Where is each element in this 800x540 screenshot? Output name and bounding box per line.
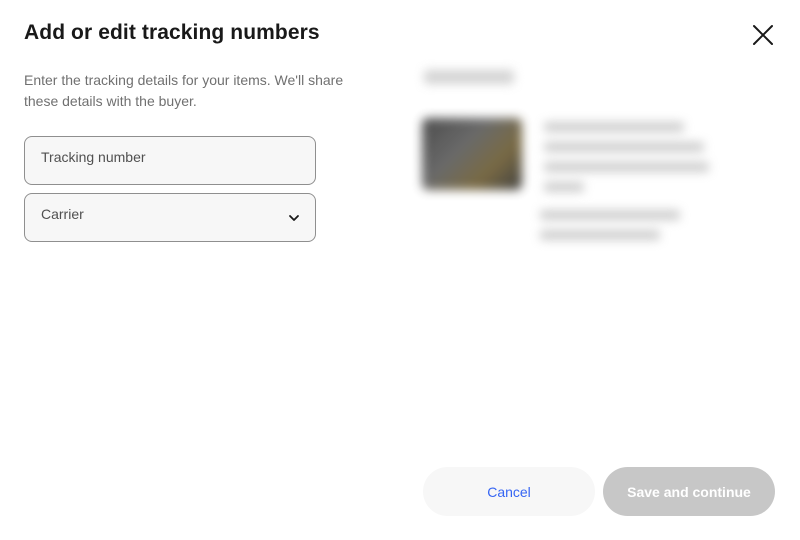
order-summary-blurred [408,60,738,270]
cancel-button[interactable]: Cancel [423,467,595,516]
dialog-description: Enter the tracking details for your item… [24,72,344,109]
tracking-number-field[interactable]: Tracking number [24,136,316,185]
carrier-label: Carrier [41,206,84,222]
summary-text-placeholder [544,142,704,152]
save-and-continue-button[interactable]: Save and continue [603,467,775,516]
summary-text-placeholder [544,182,584,192]
summary-text-placeholder [540,210,680,220]
summary-text-placeholder [544,162,709,172]
summary-text-placeholder [540,230,660,240]
tracking-dialog: Add or edit tracking numbers Enter the t… [0,0,800,540]
carrier-select[interactable]: Carrier [24,193,316,242]
tracking-number-label: Tracking number [41,149,146,165]
item-thumbnail [422,118,522,190]
summary-heading-placeholder [424,70,514,84]
summary-text-placeholder [544,122,684,132]
dialog-title: Add or edit tracking numbers [24,21,320,44]
close-icon [753,25,773,45]
close-button[interactable] [748,20,778,50]
chevron-down-icon [289,215,299,221]
